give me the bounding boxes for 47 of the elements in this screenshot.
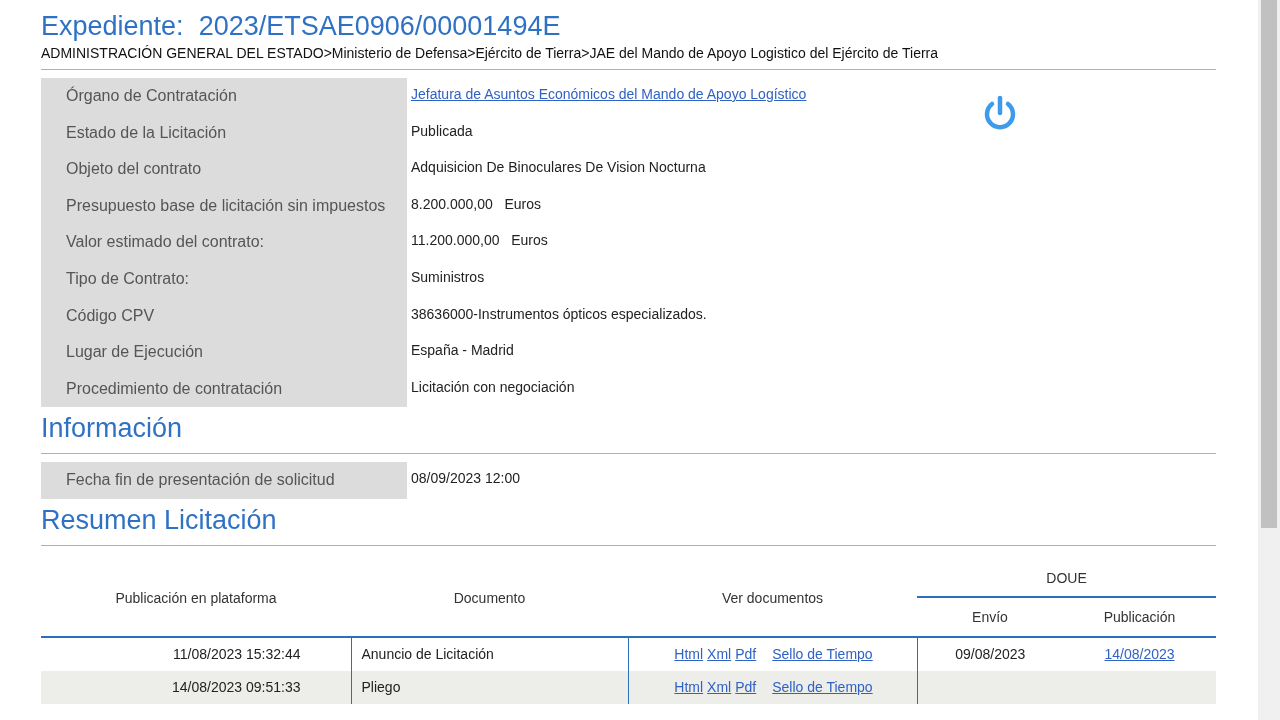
field-value: Suministros bbox=[411, 268, 485, 285]
timestamp-link[interactable]: Sello de Tiempo bbox=[772, 646, 873, 663]
field-label: Código CPV bbox=[41, 297, 407, 335]
date-link[interactable]: 14/08/2023 bbox=[1104, 646, 1175, 663]
scrollbar[interactable] bbox=[1258, 0, 1280, 720]
breadcrumb: ADMINISTRACIÓN GENERAL DEL ESTADO>Ministerio de Defensa>Ejército de Tierra>JAE del Mando de Apoyo Logistico del Ejército de Tierra bbox=[41, 45, 940, 61]
document-link[interactable]: Xml bbox=[707, 646, 732, 663]
document-link[interactable]: Xml bbox=[707, 679, 732, 696]
field-value: Adquisicion De Binoculares De Vision Nocturna bbox=[411, 159, 706, 176]
column-header: Publicación bbox=[1103, 608, 1176, 625]
document-link[interactable]: Html bbox=[674, 646, 704, 663]
field-label: Tipo de Contrato: bbox=[41, 260, 407, 298]
organo-link[interactable]: Jefatura de Asuntos Económicos del Mando de Apoyo Logístico bbox=[411, 86, 807, 102]
field-value: 8.200.000,00 Euros bbox=[411, 195, 541, 212]
table-cell: 11/08/2023 15:32:44 bbox=[173, 646, 301, 663]
table-cell: Anuncio de Licitación bbox=[361, 646, 494, 663]
section-heading: Información bbox=[41, 412, 184, 446]
field-value: 38636000-Instrumentos ópticos especializados. bbox=[411, 305, 707, 322]
document-link[interactable]: Html bbox=[674, 679, 704, 696]
field-label: Lugar de Ejecución bbox=[41, 334, 407, 371]
document-link[interactable]: Pdf bbox=[735, 679, 757, 696]
table-cell: Pliego bbox=[361, 679, 401, 696]
field-value: 11.200.000,00 Euros bbox=[411, 232, 548, 249]
field-label: Estado de la Licitación bbox=[41, 114, 407, 152]
table-cell: 14/08/2023 09:51:33 bbox=[172, 679, 301, 696]
field-label: Órgano de Contratación bbox=[41, 78, 407, 115]
column-header: Ver documentos bbox=[721, 589, 824, 606]
table-cell: 09/08/2023 bbox=[955, 646, 1026, 663]
column-header: Publicación en plataforma bbox=[115, 589, 277, 606]
title-label: Expediente: bbox=[41, 11, 184, 41]
column-header: Envío bbox=[972, 608, 1008, 625]
column-header: Documento bbox=[453, 589, 526, 606]
field-label: Presupuesto base de licitación sin impuestos bbox=[41, 187, 407, 225]
section-heading: Resumen Licitación bbox=[41, 503, 278, 537]
field-value: 08/09/2023 12:00 bbox=[411, 470, 520, 487]
field-label: Procedimiento de contratación bbox=[41, 370, 407, 408]
field-label: Valor estimado del contrato: bbox=[41, 224, 407, 261]
field-value: España - Madrid bbox=[411, 342, 514, 359]
expediente-number: 2023/ETSAE0906/00001494E bbox=[198, 11, 561, 41]
field-value: Licitación con negociación bbox=[411, 378, 575, 395]
scrollbar-thumb[interactable] bbox=[1261, 0, 1277, 528]
field-value: Publicada bbox=[411, 122, 473, 139]
timestamp-link[interactable]: Sello de Tiempo bbox=[772, 679, 873, 696]
column-header: DOUE bbox=[1046, 569, 1087, 586]
field-label: Objeto del contrato bbox=[41, 151, 407, 188]
document-link[interactable]: Pdf bbox=[735, 646, 757, 663]
field-label: Fecha fin de presentación de solicitud bbox=[41, 462, 407, 499]
